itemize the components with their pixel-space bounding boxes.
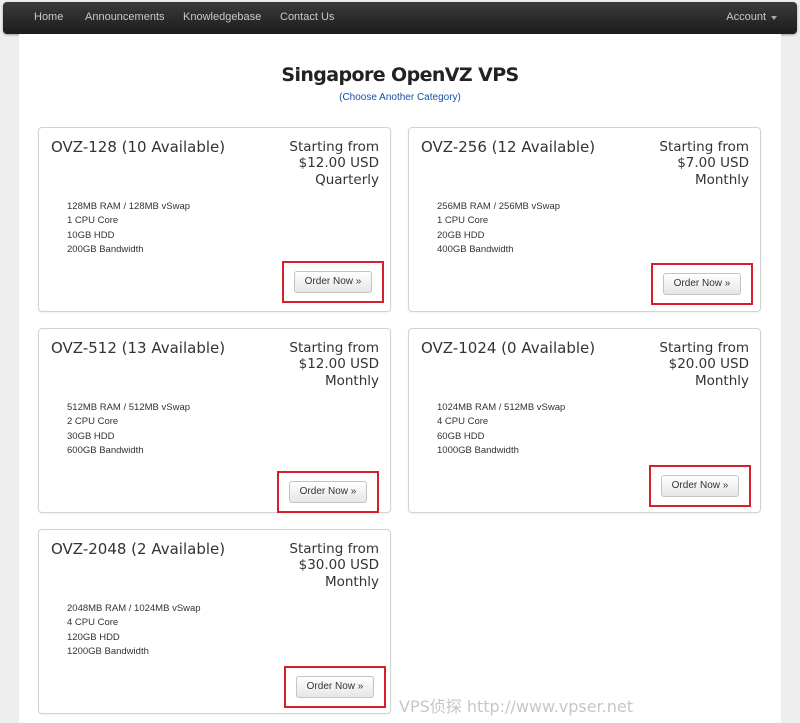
product-card-ovz-512: OVZ-512 (13 Available) Starting from $12… <box>38 328 391 513</box>
product-card-ovz-2048: OVZ-2048 (2 Available) Starting from $30… <box>38 529 391 714</box>
product-price: Starting from $30.00 USD Monthly <box>289 541 379 590</box>
product-price: Starting from $12.00 USD Monthly <box>289 340 379 389</box>
product-title: OVZ-2048 (2 Available) <box>51 540 226 558</box>
product-price: Starting from $12.00 USD Quarterly <box>289 139 379 188</box>
billing-cycle: Quarterly <box>315 171 379 188</box>
product-title: OVZ-256 (12 Available) <box>421 138 596 156</box>
feature-cpu: 1 CPU Core <box>437 215 489 227</box>
feature-disk: 60GB HDD <box>437 430 485 442</box>
feature-list: 2048MB RAM / 1024MB vSwap 4 CPU Core 120… <box>67 602 201 659</box>
order-now-button[interactable]: Order Now » <box>663 273 741 295</box>
price-prefix: Starting from <box>659 340 749 356</box>
main-content: Singapore OpenVZ VPS (Choose Another Cat… <box>19 34 781 723</box>
billing-cycle: Monthly <box>694 372 749 389</box>
price-amount: $30.00 USD <box>298 557 379 574</box>
feature-disk: 10GB HDD <box>67 229 115 241</box>
nav-item-announcements[interactable]: Announcements <box>85 2 165 34</box>
product-card-ovz-1024: OVZ-1024 (0 Available) Starting from $20… <box>408 328 761 513</box>
feature-bandwidth: 1000GB Bandwidth <box>437 444 519 456</box>
watermark-text: VPS侦探 http://www.vpser.net <box>399 697 633 716</box>
billing-cycle: Monthly <box>324 573 379 590</box>
price-amount: $12.00 USD <box>298 356 379 373</box>
caret-down-icon[interactable] <box>771 16 777 20</box>
feature-ram: 128MB RAM / 128MB vSwap <box>67 201 191 212</box>
product-price: Starting from $20.00 USD Monthly <box>659 340 749 389</box>
choose-category-link[interactable]: (Choose Another Category) <box>19 92 781 103</box>
price-prefix: Starting from <box>659 139 749 155</box>
highlight-box: Order Now » <box>282 261 384 303</box>
feature-cpu: 1 CPU Core <box>67 215 119 227</box>
billing-cycle: Monthly <box>324 372 379 389</box>
feature-ram: 1024MB RAM / 512MB vSwap <box>437 402 566 413</box>
feature-disk: 30GB HDD <box>67 430 115 442</box>
feature-bandwidth: 400GB Bandwidth <box>437 243 514 255</box>
product-title: OVZ-1024 (0 Available) <box>421 339 596 357</box>
product-card-ovz-128: OVZ-128 (10 Available) Starting from $12… <box>38 127 391 312</box>
feature-ram: 512MB RAM / 512MB vSwap <box>67 402 191 413</box>
nav-item-contact-us[interactable]: Contact Us <box>280 2 334 34</box>
feature-list: 1024MB RAM / 512MB vSwap 4 CPU Core 60GB… <box>437 401 565 458</box>
product-price: Starting from $7.00 USD Monthly <box>659 139 749 188</box>
price-amount: $7.00 USD <box>677 155 749 172</box>
price-prefix: Starting from <box>289 139 379 155</box>
highlight-box: Order Now » <box>651 263 753 305</box>
billing-cycle: Monthly <box>694 171 749 188</box>
product-title: OVZ-128 (10 Available) <box>51 138 226 156</box>
product-card-ovz-256: OVZ-256 (12 Available) Starting from $7.… <box>408 127 761 312</box>
feature-cpu: 2 CPU Core <box>67 416 119 428</box>
price-amount: $20.00 USD <box>668 356 749 373</box>
feature-disk: 20GB HDD <box>437 229 485 241</box>
feature-list: 512MB RAM / 512MB vSwap 2 CPU Core 30GB … <box>67 401 190 458</box>
nav-item-knowledgebase[interactable]: Knowledgebase <box>183 2 261 34</box>
feature-disk: 120GB HDD <box>67 631 120 643</box>
page-title: Singapore OpenVZ VPS <box>281 64 519 86</box>
highlight-box: Order Now » <box>284 666 386 708</box>
product-title: OVZ-512 (13 Available) <box>51 339 226 357</box>
feature-ram: 256MB RAM / 256MB vSwap <box>437 201 561 212</box>
feature-bandwidth: 200GB Bandwidth <box>67 243 144 255</box>
highlight-box: Order Now » <box>649 465 751 507</box>
order-now-button[interactable]: Order Now » <box>294 271 372 293</box>
price-prefix: Starting from <box>289 340 379 356</box>
top-navbar: Home Announcements Knowledgebase Contact… <box>3 2 797 34</box>
price-prefix: Starting from <box>289 541 379 557</box>
price-amount: $12.00 USD <box>298 155 379 172</box>
feature-cpu: 4 CPU Core <box>67 617 119 629</box>
feature-cpu: 4 CPU Core <box>437 416 489 428</box>
feature-list: 256MB RAM / 256MB vSwap 1 CPU Core 20GB … <box>437 200 560 257</box>
nav-item-home[interactable]: Home <box>34 2 63 34</box>
order-now-button[interactable]: Order Now » <box>296 676 374 698</box>
nav-item-account[interactable]: Account <box>726 2 766 34</box>
order-now-button[interactable]: Order Now » <box>661 475 739 497</box>
feature-bandwidth: 600GB Bandwidth <box>67 444 144 456</box>
order-now-button[interactable]: Order Now » <box>289 481 367 503</box>
feature-bandwidth: 1200GB Bandwidth <box>67 645 149 657</box>
feature-list: 128MB RAM / 128MB vSwap 1 CPU Core 10GB … <box>67 200 190 257</box>
feature-ram: 2048MB RAM / 1024MB vSwap <box>67 603 201 614</box>
highlight-box: Order Now » <box>277 471 379 513</box>
